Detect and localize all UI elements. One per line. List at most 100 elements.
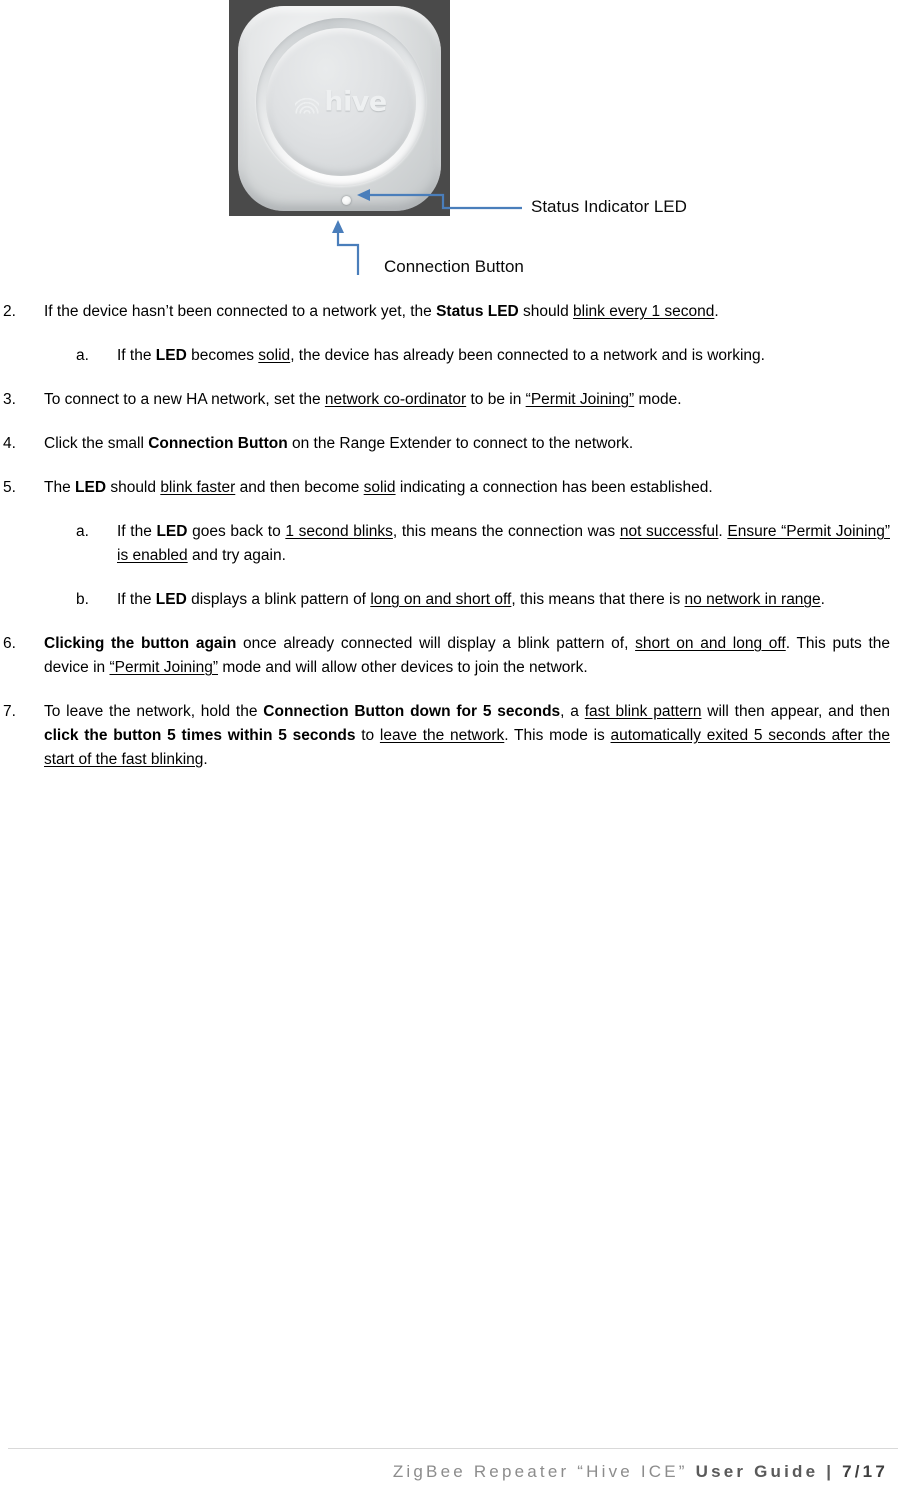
text-run: should: [518, 303, 574, 320]
list-item: 6. Clicking the button again once already…: [0, 632, 906, 680]
page-footer: ZigBee Repeater “Hive ICE” User Guide | …: [0, 1448, 906, 1500]
text-run: .: [714, 303, 719, 320]
device-figure: hive Status Indicator LED Connection But…: [0, 0, 906, 300]
instruction-list: 2. If the device hasn’t been connected to…: [0, 300, 906, 792]
text-run: mode and will allow other devices to joi…: [218, 659, 588, 677]
device-outer-ring: hive: [256, 18, 426, 186]
text-run: Connection Button: [148, 435, 288, 453]
text-run: “Permit Joining”: [109, 659, 219, 677]
text-run: once already connected will display a bl…: [236, 635, 636, 653]
device-body: hive: [238, 6, 441, 211]
footer-document-type: User Guide: [695, 1462, 819, 1481]
connection-button-leader-line: [336, 229, 360, 275]
list-item: 2. If the device hasn’t been connected to…: [0, 300, 906, 324]
text-run: .: [203, 751, 208, 769]
text-run: . This mode is: [504, 727, 611, 745]
text-run: LED: [155, 591, 187, 609]
footer-text: ZigBee Repeater “Hive ICE” User Guide | …: [393, 1462, 888, 1482]
text-run: If the device hasn’t been connected to a…: [44, 303, 437, 320]
list-item-text: The LED should blink faster and then bec…: [44, 476, 890, 500]
footer-divider: [8, 1448, 898, 1449]
list-item: b. If the LED displays a blink pattern of…: [0, 588, 906, 612]
text-run: .: [820, 591, 825, 609]
text-run: To connect to a new HA network, set the: [44, 391, 325, 409]
list-item-marker: b.: [76, 591, 89, 609]
text-run: mode.: [634, 391, 682, 409]
text-run: Connection Button down for 5 seconds: [263, 703, 561, 721]
text-run: 1 second blinks: [285, 523, 393, 541]
list-item-marker: a.: [76, 347, 89, 365]
text-run: no network in range: [684, 591, 821, 609]
list-item-marker: 3.: [3, 391, 16, 409]
text-run: LED: [75, 479, 107, 497]
text-run: LED: [156, 523, 188, 541]
text-run: fast blink pattern: [584, 703, 702, 721]
connection-button-arrowhead-icon: [332, 220, 344, 233]
device-photo: hive: [229, 0, 450, 216]
hive-logo-text: hive: [324, 86, 387, 118]
text-run: , the device has already been connected …: [290, 347, 765, 365]
text-run: , a: [560, 703, 585, 721]
text-run: blink every 1 second: [573, 303, 715, 320]
hive-mark-icon: [295, 93, 320, 114]
list-item: 4. Click the small Connection Button on t…: [0, 432, 906, 456]
list-item-text: Clicking the button again once already c…: [44, 632, 890, 680]
list-item-marker: 6.: [3, 635, 16, 653]
text-run: short on and long off: [635, 635, 786, 653]
list-item-text: If the LED goes back to 1 second blinks,…: [117, 520, 890, 568]
footer-document-title: ZigBee Repeater “Hive ICE”: [392, 1462, 696, 1481]
callout-label-connection-button: Connection Button: [384, 257, 524, 276]
list-item-text: To connect to a new HA network, set the …: [44, 388, 890, 412]
text-run: Clicking the button again: [44, 635, 237, 653]
document-page: hive Status Indicator LED Connection But…: [0, 0, 906, 1500]
text-run: .: [718, 523, 728, 541]
text-run: will then appear, and then: [701, 703, 890, 721]
hive-logo: hive: [266, 87, 416, 118]
list-item-marker: 7.: [3, 703, 16, 721]
text-run: to be in: [466, 391, 526, 409]
list-item-text: To leave the network, hold the Connectio…: [44, 700, 890, 772]
footer-separator: |: [818, 1462, 843, 1481]
text-run: displays a blink pattern of: [186, 591, 371, 609]
list-item-text: If the device hasn’t been connected to a…: [44, 300, 890, 324]
list-item-marker: 2.: [3, 303, 16, 320]
list-item: 7. To leave the network, hold the Connect…: [0, 700, 906, 772]
callout-lines: [332, 189, 522, 275]
text-run: not successful: [619, 523, 719, 541]
text-run: long on and short off: [370, 591, 512, 609]
text-run: If the: [117, 347, 156, 365]
list-item-text: If the LED displays a blink pattern of l…: [117, 588, 890, 612]
text-run: If the: [117, 523, 157, 541]
list-item: a. If the LED becomes solid, the device h…: [0, 344, 906, 368]
status-led-indicator: [342, 196, 351, 205]
list-item: 3. To connect to a new HA network, set th…: [0, 388, 906, 412]
text-run: solid: [258, 347, 291, 365]
text-run: goes back to: [187, 523, 286, 541]
text-run: To leave the network, hold the: [44, 703, 264, 721]
text-run: Status LED: [436, 303, 519, 320]
footer-page-number: 7/17: [842, 1462, 888, 1481]
text-run: indicating a connection has been establi…: [395, 479, 713, 497]
text-run: should: [106, 479, 161, 497]
text-run: to: [355, 727, 380, 745]
list-item-marker: 4.: [3, 435, 16, 453]
text-run: leave the network: [379, 727, 505, 745]
list-item: 5. The LED should blink faster and then b…: [0, 476, 906, 500]
text-run: solid: [363, 479, 396, 497]
callout-label-status-indicator-led: Status Indicator LED: [531, 197, 687, 216]
text-run: If the: [117, 591, 156, 609]
list-item-text: If the LED becomes solid, the device has…: [117, 344, 890, 368]
device-inner-disc: hive: [266, 28, 416, 176]
text-run: blink faster: [160, 479, 236, 497]
text-run: and then become: [235, 479, 364, 497]
text-run: , this means the connection was: [392, 523, 620, 541]
text-run: becomes: [186, 347, 259, 365]
list-item-marker: a.: [76, 523, 89, 541]
text-run: and try again.: [187, 547, 286, 565]
text-run: Click the small: [44, 435, 149, 453]
text-run: The: [44, 479, 76, 497]
text-run: click the button 5 times within 5 second…: [44, 727, 356, 745]
text-run: , this means that there is: [511, 591, 685, 609]
text-run: network co-ordinator: [324, 391, 467, 409]
list-item-marker: 5.: [3, 479, 16, 497]
